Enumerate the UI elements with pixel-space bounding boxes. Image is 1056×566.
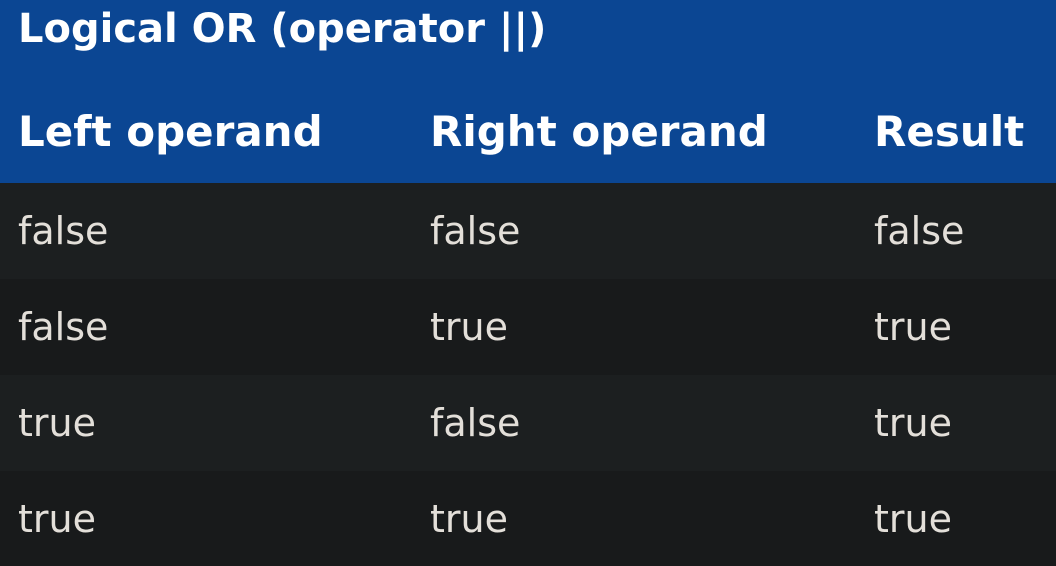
cell-right-operand: false <box>430 401 521 445</box>
cell-result: true <box>874 305 952 349</box>
cell-left-operand: false <box>18 209 109 253</box>
table-header: Logical OR (operator ||) Left operand Ri… <box>0 0 1056 183</box>
cell-left-operand: true <box>18 401 96 445</box>
cell-left-operand: false <box>18 305 109 349</box>
cell-right-operand: true <box>430 497 508 541</box>
table-row: false false false <box>0 183 1056 279</box>
cell-right-operand: true <box>430 305 508 349</box>
cell-right-operand: false <box>430 209 521 253</box>
column-header-result: Result <box>874 107 1025 156</box>
table-caption: Logical OR (operator ||) <box>18 6 547 52</box>
cell-result: true <box>874 401 952 445</box>
table-row: true false true <box>0 375 1056 471</box>
table-row: true true true <box>0 471 1056 566</box>
table-row: false true true <box>0 279 1056 375</box>
cell-result: false <box>874 209 965 253</box>
cell-result: true <box>874 497 952 541</box>
cell-left-operand: true <box>18 497 96 541</box>
truth-table: Logical OR (operator ||) Left operand Ri… <box>0 0 1056 566</box>
column-header-right-operand: Right operand <box>430 107 768 156</box>
column-header-left-operand: Left operand <box>18 107 323 156</box>
